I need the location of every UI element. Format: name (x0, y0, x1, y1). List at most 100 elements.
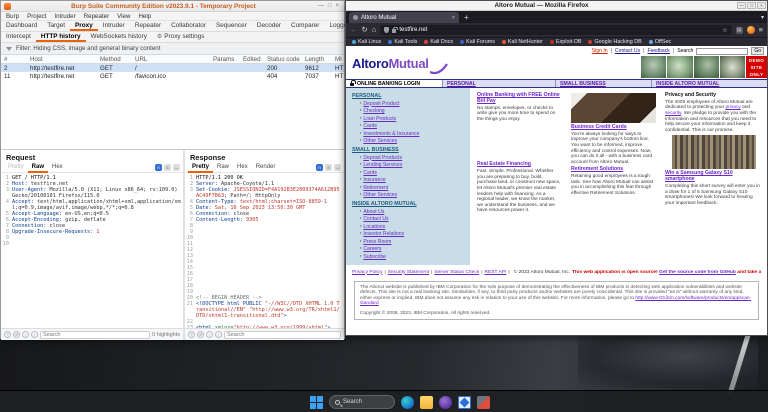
req-tab-hex[interactable]: Hex (48, 163, 67, 173)
expand-icon[interactable]: ↔ (334, 164, 341, 171)
sidebar-link-press-room[interactable]: ▪ Press Room (360, 239, 468, 245)
burp-subtab-websockets-history[interactable]: WebSockets history (86, 32, 152, 42)
explorer-icon[interactable] (420, 395, 433, 409)
taskbar-search[interactable]: Search (329, 395, 395, 409)
sidebar-link-investor-relations[interactable]: ▪ Investor Relations (360, 231, 468, 237)
bookmark-offsec[interactable]: OffSec (648, 39, 671, 45)
home-icon[interactable]: ⌂ (372, 25, 377, 35)
search-previous-icon[interactable]: ‹ (206, 331, 213, 338)
column-header-method[interactable]: Method (97, 56, 132, 63)
content-heading-link-business-credit-cards[interactable]: Business Credit Cards (571, 124, 656, 131)
burp-tab-repeater[interactable]: Repeater (130, 21, 166, 31)
res-tab-render[interactable]: Render (252, 163, 280, 173)
content-heading-link-online-banking-with-free-online-bill-pay[interactable]: Online Banking with FREE Online Bill Pay (477, 92, 562, 105)
content-heading-link-retirement-solutions[interactable]: Retirement Solutions (571, 167, 656, 173)
burp-tab-intruder[interactable]: Intruder (98, 21, 130, 31)
bookmark-google-hacking-db[interactable]: Google Hacking DB (588, 39, 642, 45)
column-header-url[interactable]: URL (132, 56, 210, 63)
sidebar-link-investments-insurance[interactable]: ▪ Investments & Insurance (360, 131, 468, 137)
maximize-icon[interactable]: □ (747, 2, 756, 9)
foxyproxy-icon[interactable] (746, 26, 755, 34)
footer-link-privacy-policy[interactable]: Privacy Policy (352, 270, 382, 275)
bookmark-kali-forums[interactable]: Kali Forums (460, 39, 495, 45)
search-help-icon[interactable]: ? (4, 331, 11, 338)
header-link-contact-us[interactable]: Contact Us (615, 48, 640, 54)
header-search-input[interactable] (696, 47, 749, 55)
sidebar-link-cards[interactable]: ▪ Cards (360, 123, 468, 129)
history-row[interactable]: 2 http://testfire.net GET / 200 9612 HT (1, 64, 344, 72)
nav-personal[interactable]: PERSONAL (442, 80, 555, 87)
browser-tab-altoro-mutual[interactable]: Altoro Mutual × (349, 12, 459, 23)
burp-menu-intruder[interactable]: Intruder (54, 13, 75, 20)
req-tab-raw[interactable]: Raw (27, 163, 49, 173)
search-refresh-icon[interactable]: ↺ (13, 331, 20, 338)
burp-tab-proxy[interactable]: Proxy (70, 21, 98, 31)
request-search-input[interactable] (40, 330, 151, 339)
tab-close-icon[interactable]: × (452, 15, 455, 21)
edge-icon[interactable] (401, 395, 414, 409)
burp-subtab-proxy-settings[interactable]: ⚙ Proxy settings (152, 32, 210, 42)
sidebar-link-contact-us[interactable]: ▪ Contact Us (360, 216, 468, 222)
sidebar-link-deposit-products[interactable]: ▪ Deposit Products (360, 155, 468, 161)
burp-tab-decoder[interactable]: Decoder (252, 21, 286, 31)
bookmark-kali-tools[interactable]: Kali Tools (388, 39, 417, 45)
firefox-titlebar[interactable]: Altoro Mutual — Mozilla Firefox — □ × (346, 1, 767, 11)
start-button[interactable] (310, 395, 323, 409)
burp-titlebar[interactable]: Burp Suite Community Edition v2023.9.1 -… (1, 1, 344, 12)
column-header-item[interactable]: # (1, 56, 27, 63)
vmware-icon[interactable] (477, 395, 490, 409)
burp-menu-view[interactable]: View (117, 13, 130, 20)
wrap-lines-icon[interactable]: ≡ (325, 164, 332, 171)
column-header-status-code[interactable]: Status code (264, 56, 302, 63)
footer-link-security-statement[interactable]: Security Statement (388, 270, 429, 275)
content-heading-link-win-a-samsung-galaxy-s10-smartphone[interactable]: Win a Samsung Galaxy S10 smartphone (665, 171, 763, 183)
nav-small-business[interactable]: SMALL BUSINESS (555, 80, 651, 87)
footer-link-server-status-check[interactable]: Server Status Check (434, 270, 479, 275)
reload-icon[interactable]: ↻ (362, 25, 368, 35)
linefeed-icon[interactable]: n (316, 164, 323, 171)
burp-tab-target[interactable]: Target (42, 21, 70, 31)
sidebar-link-retirement[interactable]: ▪ Retirement (360, 185, 468, 191)
minimize-icon[interactable]: — (737, 2, 746, 9)
connection-lock-icon[interactable] (392, 27, 398, 33)
req-tab-pretty[interactable]: Pretty (4, 163, 28, 173)
list-tabs-chevron-icon[interactable]: ▾ (761, 14, 764, 21)
sidebar-link-careers[interactable]: ▪ Careers (360, 246, 468, 252)
bookmark-kali-nethunter[interactable]: Kali NetHunter (501, 39, 543, 45)
burp-menu-burp[interactable]: Burp (6, 13, 19, 20)
sidebar-link-loan-products[interactable]: ▪ Loan Products (360, 116, 468, 122)
bookmark-exploit-db[interactable]: Exploit-DB (549, 39, 581, 45)
content-heading-link-real-estate-financing[interactable]: Real Estate Financing (477, 162, 562, 168)
extensions-icon[interactable]: ▤ (735, 26, 743, 34)
burp-tab-comparer[interactable]: Comparer (286, 21, 324, 31)
res-tab-pretty[interactable]: Pretty (188, 163, 214, 173)
sidebar-section-title-small-business[interactable]: SMALL BUSINESS (352, 147, 468, 153)
inline-link-privacy[interactable]: privacy (726, 105, 741, 110)
burp-menu-help[interactable]: Help (138, 13, 151, 20)
sidebar-link-checking[interactable]: ▪ Checking (360, 108, 468, 114)
response-body[interactable]: 1 HTTP/1.1 200 OK 2 Server: Apache-Coyote/1… (185, 173, 344, 328)
minimize-icon[interactable]: — (316, 2, 326, 11)
tracking-protection-shield-icon[interactable] (384, 27, 390, 33)
header-link-feedback[interactable]: Feedback (647, 48, 669, 54)
new-tab-button[interactable]: + (464, 13, 469, 22)
burp-tab-collaborator[interactable]: Collaborator (166, 21, 211, 31)
sidebar-link-deposit-product[interactable]: ▪ Deposit Product (360, 101, 468, 107)
maximize-icon[interactable]: □ (326, 2, 334, 11)
header-link-sign-in[interactable]: Sign In (592, 48, 608, 54)
inline-link-security[interactable]: security (665, 111, 681, 116)
search-help-icon[interactable]: ? (188, 331, 195, 338)
search-refresh-icon[interactable]: ↺ (197, 331, 204, 338)
burp-tab-dashboard[interactable]: Dashboard (1, 21, 42, 31)
column-header-params[interactable]: Params (210, 56, 240, 63)
search-previous-icon[interactable]: ‹ (22, 331, 29, 338)
column-header-mi[interactable]: MI (332, 56, 344, 63)
expand-icon[interactable]: ↔ (173, 164, 180, 171)
sidebar-section-title-personal[interactable]: PERSONAL (352, 93, 468, 99)
proxy-history-filter-bar[interactable]: Filter: Hiding CSS, image and general bi… (1, 43, 344, 55)
nav-online-banking-login[interactable]: ONLINE BANKING LOGIN (346, 80, 442, 87)
sidebar-link-lending-services[interactable]: ▪ Lending Services (360, 162, 468, 168)
wrap-lines-icon[interactable]: ≡ (164, 164, 171, 171)
linefeed-icon[interactable]: n (155, 164, 162, 171)
url-bar[interactable]: testfire.net ☆ (380, 25, 732, 35)
